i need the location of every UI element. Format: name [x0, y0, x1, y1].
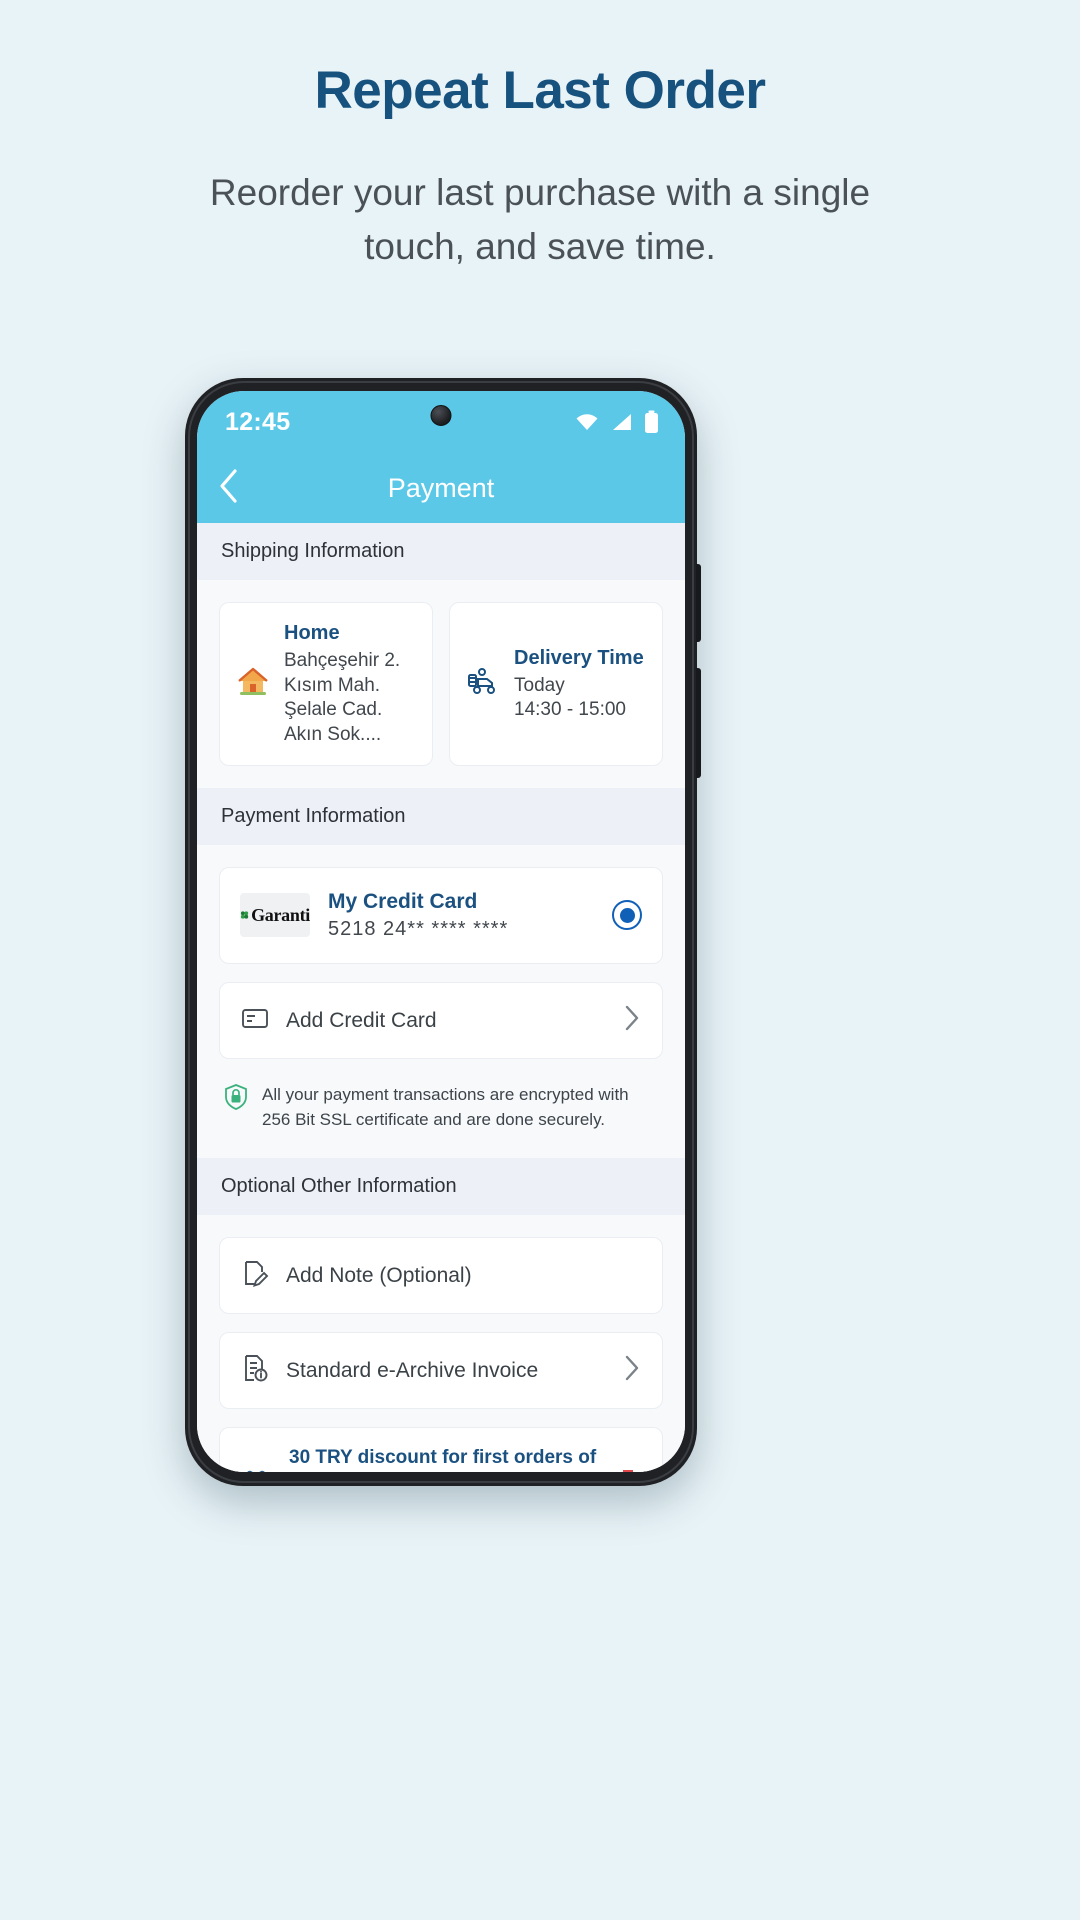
credit-card-icon — [240, 1003, 270, 1038]
invoice-row[interactable]: Standard e-Archive Invoice — [219, 1332, 663, 1410]
signal-icon — [610, 412, 634, 432]
campaign-row[interactable]: 30 TRY discount for first orders of 60 T… — [219, 1427, 663, 1472]
status-clock: 12:45 — [225, 407, 291, 436]
address-line-2: Şelale Cad. Akın Sok.... — [284, 699, 383, 746]
delivery-window: 14:30 - 15:00 — [514, 699, 626, 721]
lock-shield-icon — [223, 1083, 249, 1116]
ssl-notice: All your payment transactions are encryp… — [219, 1077, 663, 1136]
note-edit-icon — [240, 1258, 270, 1293]
gift-icon — [238, 1465, 274, 1472]
chevron-right-icon — [622, 1003, 642, 1038]
card-radio-selected[interactable] — [612, 900, 642, 931]
trash-icon[interactable] — [612, 1466, 644, 1472]
invoice-label: Standard e-Archive Invoice — [286, 1358, 539, 1382]
section-header-shipping: Shipping Information — [197, 523, 685, 580]
page-title: Repeat Last Order — [314, 61, 766, 120]
add-credit-card-label: Add Credit Card — [286, 1008, 437, 1032]
wifi-icon — [574, 412, 600, 432]
volume-button[interactable] — [696, 564, 701, 642]
app-bar: Payment — [197, 453, 685, 523]
status-icons — [574, 410, 659, 434]
delivery-day: Today — [514, 674, 565, 696]
promo-header: Repeat Last Order Reorder your last purc… — [0, 0, 1080, 274]
invoice-info-icon — [240, 1353, 270, 1388]
phone-mockup: 12:45 Payment Shipping Information Home … — [185, 378, 701, 1486]
app-bar-title: Payment — [387, 472, 495, 503]
campaign-headline: 30 TRY discount for first orders of 60 T… — [289, 1447, 597, 1469]
back-button[interactable] — [197, 468, 261, 509]
power-button[interactable] — [696, 668, 701, 778]
phone-screen: 12:45 Payment Shipping Information Home … — [197, 391, 685, 1472]
battery-icon — [644, 410, 659, 434]
section-header-payment: Payment Information — [197, 787, 685, 845]
add-credit-card-row[interactable]: Add Credit Card — [219, 982, 663, 1060]
page-subtitle: Reorder your last purchase with a single… — [209, 172, 871, 267]
card-nickname: My Credit Card — [328, 889, 478, 913]
add-note-row[interactable]: Add Note (Optional) — [219, 1237, 663, 1315]
bank-logo: Garanti — [240, 893, 310, 938]
delivery-title: Delivery Time — [514, 646, 644, 669]
add-note-label: Add Note (Optional) — [286, 1263, 472, 1287]
scroll-content[interactable]: Shipping Information Home Bahçeşehir 2. … — [197, 523, 685, 1472]
status-bar: 12:45 — [197, 391, 685, 453]
ssl-notice-text: All your payment transactions are encryp… — [262, 1085, 629, 1129]
chevron-right-icon — [622, 1353, 642, 1388]
bank-name: Garanti — [251, 904, 310, 925]
address-line-1: Bahçeşehir 2. Kısım Mah. — [284, 650, 401, 696]
address-title: Home — [284, 622, 340, 644]
front-camera — [430, 405, 452, 426]
card-number: 5218 24** **** **** — [328, 918, 509, 941]
chevron-left-icon — [217, 468, 241, 509]
credit-card-row[interactable]: Garanti My Credit Card 5218 24** **** **… — [219, 866, 663, 965]
garanti-clover-icon — [240, 911, 249, 920]
address-card[interactable]: Home Bahçeşehir 2. Kısım Mah. Şelale Cad… — [219, 602, 433, 766]
delivery-truck-icon — [464, 662, 502, 705]
delivery-time-card[interactable]: Delivery Time Today 14:30 - 15:00 — [449, 602, 663, 766]
section-header-optional: Optional Other Information — [197, 1158, 685, 1216]
house-icon — [234, 662, 272, 705]
